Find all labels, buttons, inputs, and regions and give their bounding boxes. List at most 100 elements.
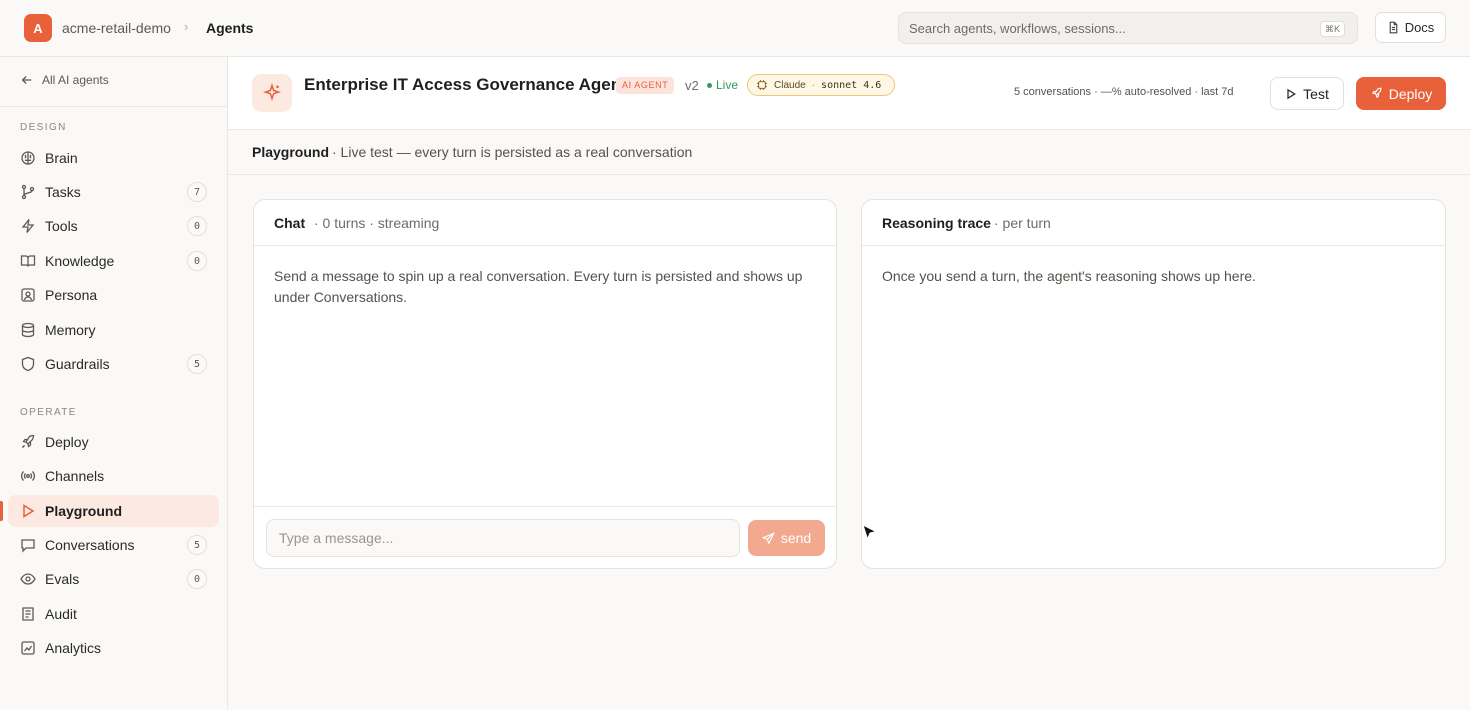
section-label-operate: OPERATE: [20, 407, 77, 418]
sidebar-item-label: Analytics: [45, 640, 102, 656]
send-button[interactable]: send: [748, 520, 825, 556]
live-status: Live: [707, 78, 738, 92]
sparkle-icon: [252, 74, 292, 112]
section-label-design: DESIGN: [20, 122, 67, 133]
play-icon: [1287, 88, 1297, 99]
workspace-avatar[interactable]: A: [24, 14, 52, 42]
back-label: All AI agents: [42, 73, 109, 87]
count-badge: 5: [187, 354, 207, 374]
bolt-icon: [21, 219, 35, 233]
sidebar-item-label: Memory: [45, 322, 96, 338]
sidebar-item-tasks[interactable]: Tasks 7: [8, 176, 219, 208]
agent-header: Enterprise IT Access Governance Agent AI…: [228, 57, 1470, 130]
deploy-button[interactable]: Deploy: [1356, 77, 1446, 110]
trace-title: Reasoning trace: [882, 215, 991, 231]
analytics-icon: [21, 641, 35, 655]
model-vendor: Claude: [774, 79, 806, 91]
search-shortcut: ⌘K: [1319, 21, 1345, 37]
divider: [0, 106, 228, 107]
chip-icon: [757, 80, 767, 90]
agent-stats: 5 conversations · —% auto-resolved · las…: [1014, 86, 1234, 98]
top-bar: A acme-retail-demo › Agents Search agent…: [0, 0, 1470, 57]
deploy-label: Deploy: [1388, 85, 1433, 102]
trace-meta: · per turn: [994, 215, 1051, 231]
eye-icon: [20, 573, 36, 585]
agent-version: v2: [685, 78, 699, 93]
sidebar: All AI agents DESIGN Brain Tasks 7 Tools…: [0, 57, 228, 710]
breadcrumb-separator: ›: [184, 19, 189, 34]
sidebar-item-analytics[interactable]: Analytics: [8, 632, 219, 664]
count-badge: 7: [187, 182, 207, 202]
back-to-agents-link[interactable]: All AI agents: [20, 73, 109, 87]
sidebar-item-persona[interactable]: Persona: [8, 279, 219, 311]
sidebar-item-evals[interactable]: Evals 0: [8, 563, 219, 595]
playground-subheader: Playground · Live test — every turn is p…: [228, 130, 1470, 175]
docs-label: Docs: [1404, 20, 1435, 35]
sidebar-item-brain[interactable]: Brain: [8, 142, 219, 174]
model-separator: ·: [811, 79, 816, 91]
shield-icon: [21, 356, 35, 372]
chat-meta: · 0 turns · streaming: [314, 215, 440, 231]
test-button[interactable]: Test: [1270, 77, 1344, 110]
sidebar-item-label: Brain: [45, 150, 78, 166]
mouse-cursor-icon: [862, 524, 878, 541]
active-item-marker: [0, 501, 3, 521]
sidebar-item-label: Audit: [45, 606, 77, 622]
sidebar-item-label: Persona: [45, 287, 98, 303]
chat-composer: send: [254, 506, 836, 569]
branch-icon: [21, 184, 35, 200]
sidebar-item-label: Evals: [45, 571, 80, 587]
book-icon: [20, 255, 36, 267]
test-label: Test: [1303, 85, 1329, 102]
reasoning-trace-panel: Reasoning trace · per turn Once you send…: [861, 199, 1446, 569]
sidebar-item-label: Tasks: [45, 184, 81, 200]
sidebar-item-channels[interactable]: Channels: [8, 460, 219, 492]
status-dot: [707, 82, 712, 88]
sidebar-item-deploy[interactable]: Deploy: [8, 426, 219, 458]
sidebar-item-label: Deploy: [45, 434, 89, 450]
sidebar-item-knowledge[interactable]: Knowledge 0: [8, 245, 219, 277]
sidebar-item-tools[interactable]: Tools 0: [8, 210, 219, 242]
audit-icon: [22, 607, 34, 621]
count-badge: 0: [187, 216, 207, 236]
sidebar-item-audit[interactable]: Audit: [8, 598, 219, 630]
message-input[interactable]: [266, 519, 740, 557]
trace-panel-header: Reasoning trace · per turn: [862, 200, 1445, 246]
send-label: send: [780, 530, 812, 546]
chat-empty-state: Send a message to spin up a real convers…: [274, 268, 803, 305]
rocket-icon: [1371, 87, 1382, 99]
chat-title: Chat: [274, 215, 306, 231]
playground-title: Playground: [252, 144, 330, 160]
count-badge: 0: [187, 569, 207, 589]
model-badge[interactable]: Claude · sonnet 4.6: [747, 74, 895, 96]
workspace-name[interactable]: acme-retail-demo: [62, 20, 171, 36]
arrow-left-icon: [21, 76, 32, 84]
count-badge: 0: [187, 251, 207, 271]
sidebar-item-label: Tools: [45, 218, 78, 234]
chat-panel: Chat · 0 turns · streaming Send a messag…: [253, 199, 837, 569]
chat-panel-header: Chat · 0 turns · streaming: [254, 200, 836, 246]
brain-icon: [21, 151, 35, 165]
sidebar-item-conversations[interactable]: Conversations 5: [8, 529, 219, 561]
count-badge: 5: [187, 535, 207, 555]
sidebar-item-label: Conversations: [45, 537, 135, 553]
database-icon: [21, 322, 35, 338]
broadcast-icon: [20, 471, 36, 481]
search-placeholder: Search agents, workflows, sessions...: [909, 21, 1126, 36]
persona-icon: [21, 288, 35, 302]
status-label: Live: [716, 78, 739, 92]
sidebar-item-memory[interactable]: Memory: [8, 314, 219, 346]
send-icon: [761, 531, 775, 545]
sidebar-item-playground[interactable]: Playground: [8, 495, 219, 527]
search-input[interactable]: Search agents, workflows, sessions... ⌘K: [898, 12, 1358, 44]
agent-type-badge: AI AGENT: [616, 77, 675, 94]
play-icon: [23, 504, 35, 518]
trace-empty-state: Once you send a turn, the agent's reason…: [882, 268, 1256, 284]
document-icon: [1389, 21, 1398, 34]
sidebar-item-label: Playground: [45, 503, 123, 519]
sidebar-item-label: Channels: [45, 468, 105, 484]
docs-button[interactable]: Docs: [1375, 12, 1446, 43]
breadcrumb-current: Agents: [206, 20, 254, 36]
agent-name: Enterprise IT Access Governance Agent: [304, 75, 627, 94]
sidebar-item-guardrails[interactable]: Guardrails 5: [8, 348, 219, 380]
